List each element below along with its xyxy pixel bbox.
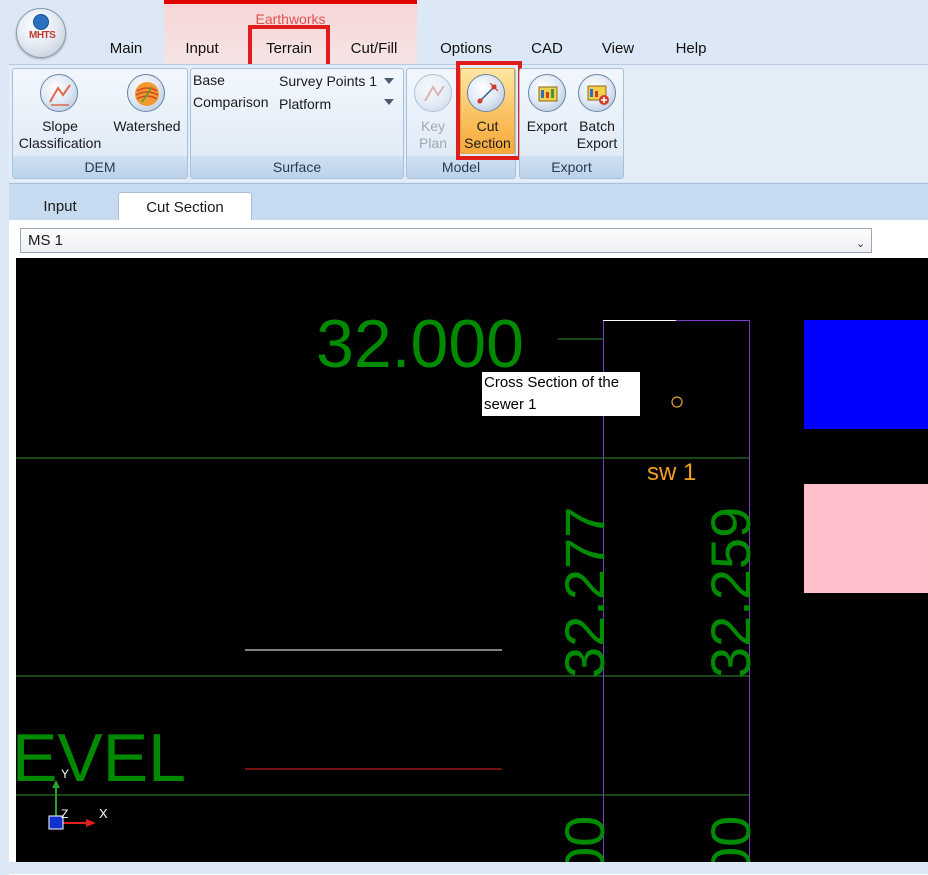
doc-tab-cut-section[interactable]: Cut Section (118, 192, 252, 220)
vertical-value-right: 32.259 (699, 507, 762, 678)
cad-canvas[interactable]: 32.000 EVEL sw 1 32.277 32.259 00 00 Y Z… (16, 258, 928, 862)
tab-view[interactable]: View (590, 40, 646, 60)
base-label: Base (193, 72, 225, 88)
watershed-button[interactable]: Watershed (108, 70, 186, 154)
vertical-bottom-right: 00 (699, 816, 762, 862)
batch-export-button[interactable]: Batch Export (572, 70, 622, 154)
cut-section-highlight (456, 61, 522, 160)
cross-section-tooltip: Cross Section of the sewer 1 (482, 372, 640, 416)
pink-block (804, 484, 928, 593)
slope-icon (40, 74, 78, 112)
level-word-text: EVEL (16, 720, 186, 796)
tab-main[interactable]: Main (98, 40, 154, 60)
tab-options[interactable]: Options (430, 40, 502, 60)
slope-label-2: Classification (18, 135, 102, 151)
export-icon (528, 74, 566, 112)
comparison-surface-dropdown[interactable]: Platform (276, 94, 398, 114)
key-plan-label-1: Key (420, 118, 446, 134)
status-strip (0, 862, 928, 874)
section-select[interactable] (20, 228, 872, 253)
batch-export-label-1: Batch (579, 118, 615, 134)
ribbon-group-label: DEM (13, 156, 187, 178)
tab-cad[interactable]: CAD (522, 40, 572, 60)
comparison-surface-value: Platform (279, 96, 332, 112)
ucs-x-label: X (99, 806, 108, 821)
watershed-icon (127, 74, 165, 112)
cad-drawing: 32.000 EVEL sw 1 32.277 32.259 00 00 Y Z… (16, 306, 928, 862)
section-select-value: MS 1 (28, 232, 64, 249)
chevron-down-icon (384, 99, 394, 105)
sewer-marker (671, 396, 683, 408)
export-button[interactable]: Export (522, 70, 572, 154)
sewer-tag: sw 1 (647, 459, 696, 486)
base-surface-dropdown[interactable]: Survey Points 1 (276, 71, 398, 91)
vertical-value-left: 32.277 (553, 507, 616, 678)
ucs-x-arrow (86, 819, 96, 827)
level-value-text: 32.000 (316, 306, 524, 382)
chevron-down-icon (384, 78, 394, 84)
ucs-z-label: Z (61, 807, 68, 821)
batch-export-label-2: Export (576, 135, 618, 151)
ribbon-group-label: Surface (191, 156, 403, 178)
slope-label-1: Slope (42, 118, 78, 134)
key-plan-label-2: Plan (418, 135, 448, 151)
globe-icon (33, 14, 49, 30)
base-surface-value: Survey Points 1 (279, 73, 378, 89)
key-plan-icon (414, 74, 452, 112)
tab-cut-fill[interactable]: Cut/Fill (338, 40, 410, 60)
ribbon-group-label: Export (520, 156, 623, 178)
chevron-down-icon: ⌄ (856, 238, 866, 250)
app-logo: MHTS (29, 30, 56, 41)
tab-help[interactable]: Help (664, 40, 718, 60)
vertical-bottom-left: 00 (553, 816, 616, 862)
key-plan-button[interactable]: Key Plan (410, 70, 456, 154)
slope-classification-button[interactable]: Slope Classification (14, 70, 106, 154)
batch-export-icon (578, 74, 616, 112)
tooltip-line-2: sewer 1 (484, 396, 537, 413)
ucs-y-label: Y (61, 767, 69, 781)
tooltip-line-1: Cross Section of the (484, 374, 620, 391)
blue-block (804, 320, 928, 429)
export-label: Export (526, 118, 568, 134)
tab-input[interactable]: Input (174, 40, 230, 60)
comparison-label: Comparison (193, 94, 269, 110)
doc-tab-input[interactable]: Input (18, 192, 102, 220)
watershed-label: Watershed (113, 118, 181, 134)
